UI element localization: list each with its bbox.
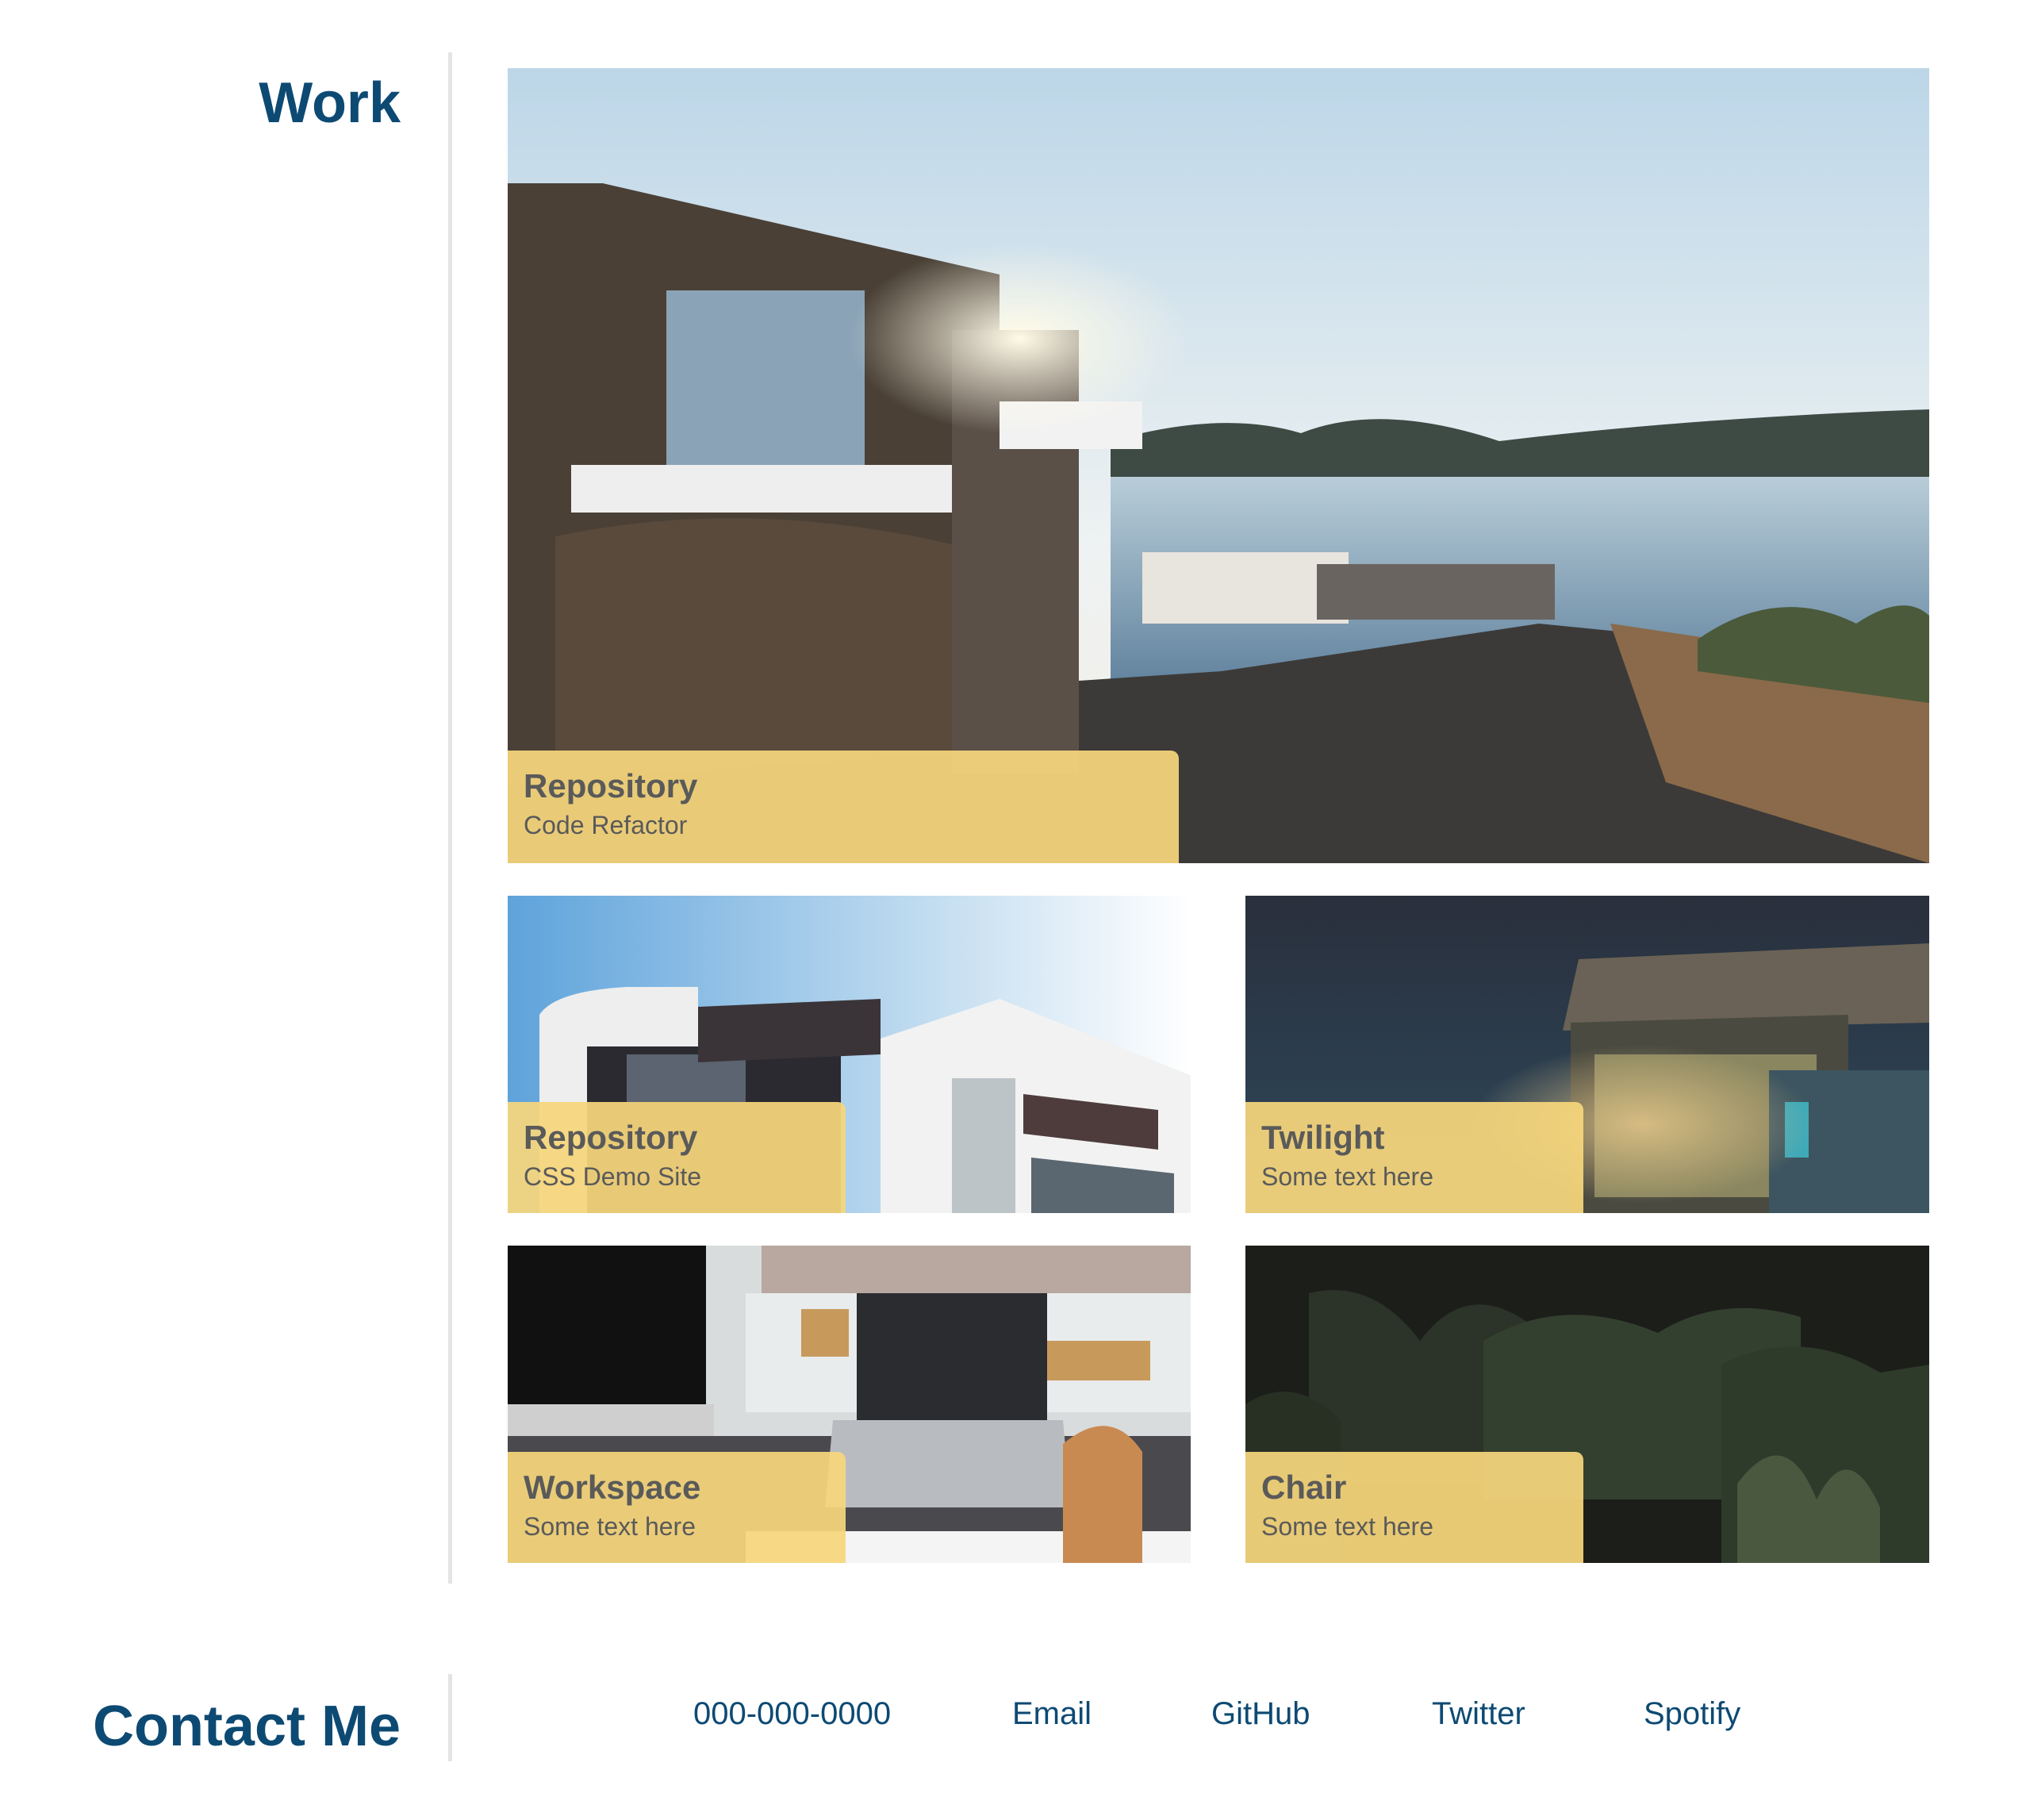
card-caption: Repository Code Refactor — [508, 751, 1179, 863]
work-card-css-demo-site[interactable]: Repository CSS Demo Site — [508, 896, 1191, 1213]
card-subtitle: CSS Demo Site — [524, 1162, 702, 1191]
work-card-workspace[interactable]: Workspace Some text here — [508, 1246, 1191, 1563]
card-caption: Workspace Some text here — [508, 1452, 846, 1563]
card-subtitle: Some text here — [1261, 1512, 1433, 1541]
email-link[interactable]: Email — [1012, 1690, 1092, 1737]
card-title: Workspace — [524, 1469, 701, 1506]
card-title: Chair — [1261, 1469, 1347, 1506]
work-card-code-refactor[interactable]: Repository Code Refactor — [508, 68, 1929, 863]
card-caption: Chair Some text here — [1245, 1452, 1583, 1563]
card-caption: Repository CSS Demo Site — [508, 1102, 846, 1213]
card-caption: Twilight Some text here — [1245, 1102, 1583, 1213]
card-subtitle: Code Refactor — [524, 811, 688, 839]
card-subtitle: Some text here — [1261, 1162, 1433, 1191]
seaside-stone-villa-photo — [508, 68, 1929, 863]
card-subtitle: Some text here — [524, 1512, 696, 1541]
spotify-link[interactable]: Spotify — [1644, 1690, 1740, 1737]
card-title: Twilight — [1261, 1119, 1385, 1156]
work-section-divider — [448, 52, 452, 1584]
github-link[interactable]: GitHub — [1211, 1690, 1310, 1737]
contact-section-title: Contact Me — [92, 1695, 401, 1758]
card-title: Repository — [524, 767, 698, 804]
portfolio-page: Work Repository Code Refactor Repository… — [0, 0, 2026, 1820]
work-section-title: Work — [259, 71, 401, 135]
card-title: Repository — [524, 1119, 698, 1156]
twitter-link[interactable]: Twitter — [1432, 1690, 1525, 1737]
contact-section-divider — [448, 1674, 452, 1761]
contact-links: 000-000-0000 Email GitHub Twitter Spotif… — [508, 1690, 1929, 1737]
work-card-chair[interactable]: Chair Some text here — [1245, 1246, 1929, 1563]
phone-link[interactable]: 000-000-0000 — [693, 1690, 891, 1737]
work-card-twilight[interactable]: Twilight Some text here — [1245, 896, 1929, 1213]
